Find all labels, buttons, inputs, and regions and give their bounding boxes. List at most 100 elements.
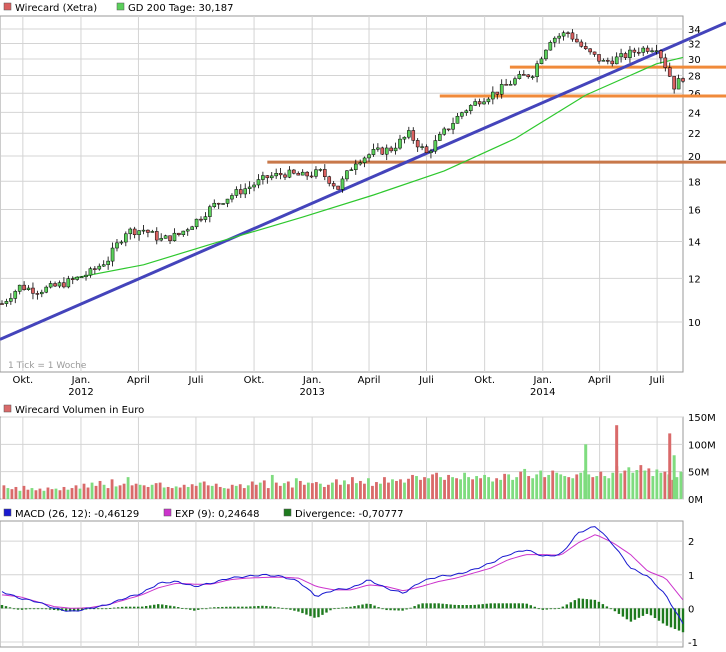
- candle-body: [247, 186, 252, 189]
- volume-bar: [186, 486, 190, 499]
- divergence-bar: [20, 608, 24, 610]
- x-month-label: Juli: [418, 375, 434, 386]
- divergence-bar: [321, 608, 324, 615]
- divergence-bar: [8, 607, 12, 609]
- divergence-bar: [0, 605, 4, 609]
- stock-chart: 34323028262422201816141210 1 Tick = 1 Wo…: [0, 2, 726, 649]
- x-month-label: Jan.: [71, 375, 91, 386]
- volume-bar: [226, 488, 230, 499]
- divergence-bar: [397, 608, 400, 611]
- volume-bar: [679, 471, 683, 499]
- legend-volume: Wirecard Volumen in Euro: [15, 405, 144, 416]
- divergence-bar: [633, 608, 637, 620]
- volume-bar: [86, 487, 90, 499]
- divergence-bar: [189, 608, 192, 610]
- candle-body: [238, 189, 243, 195]
- volume-bar: [415, 476, 418, 499]
- candle-body: [552, 37, 557, 43]
- volume-bar: [270, 474, 274, 499]
- candle-body: [265, 175, 270, 179]
- divergence-bar: [205, 608, 208, 610]
- candle-body: [212, 202, 217, 207]
- candle-body: [588, 48, 592, 53]
- divergence-bar: [661, 608, 665, 624]
- volume-bar: [431, 474, 434, 499]
- volume-bar: [198, 482, 202, 499]
- candle-body: [663, 57, 668, 68]
- divergence-bar: [637, 608, 641, 618]
- candle-body: [128, 228, 133, 235]
- volume-bar: [595, 476, 599, 499]
- candle-body: [579, 41, 584, 47]
- divergence-bar: [593, 599, 597, 609]
- x-year-label: 2013: [299, 387, 324, 398]
- volume-bar: [359, 480, 362, 499]
- candle-body: [380, 147, 385, 155]
- candle-body: [667, 67, 672, 77]
- candle-body: [261, 175, 265, 180]
- candle-body: [411, 130, 416, 141]
- volume-bar: [559, 474, 563, 499]
- candle-body: [243, 188, 248, 195]
- divergence-bar: [453, 604, 456, 609]
- candle-body: [287, 169, 292, 178]
- divergence-bar: [649, 608, 653, 616]
- divergence-bar: [289, 608, 292, 610]
- divergence-bar: [124, 606, 128, 609]
- volume-bar: [314, 482, 318, 499]
- divergence-bar: [145, 605, 148, 609]
- divergence-bar: [48, 608, 52, 610]
- divergence-bar: [96, 608, 100, 610]
- volume-bar: [647, 468, 651, 499]
- divergence-bar: [493, 603, 496, 609]
- volume-bar: [479, 478, 483, 499]
- candle-body: [221, 203, 225, 205]
- volume-bar: [407, 478, 410, 499]
- volume-bar: [567, 477, 571, 499]
- divergence-bar: [569, 602, 573, 609]
- divergence-bar: [325, 608, 328, 613]
- candle-body: [548, 42, 553, 51]
- divergence-bar: [461, 605, 464, 609]
- volume-bar: [379, 483, 382, 499]
- x-month-label: Okt.: [244, 375, 265, 386]
- divergence-bar: [457, 605, 460, 609]
- volume-bar: [38, 488, 42, 499]
- volume-bar: [539, 470, 543, 499]
- x-year-label: 2012: [68, 387, 93, 398]
- x-month-label: April: [588, 375, 611, 386]
- divergence-bar: [545, 608, 548, 610]
- candle-body: [672, 76, 676, 90]
- candle-body: [451, 123, 455, 130]
- volume-bar: [519, 471, 523, 499]
- divergence-bar: [149, 605, 152, 609]
- volume-bar: [591, 477, 595, 499]
- candle-body: [305, 171, 309, 177]
- candle-body: [234, 189, 239, 196]
- divergence-bar: [525, 603, 528, 609]
- candle-body: [327, 176, 332, 184]
- candle-body: [530, 76, 535, 78]
- divergence-bar: [169, 605, 172, 609]
- divergence-bar: [317, 608, 320, 618]
- volume-bar: [282, 483, 286, 499]
- candle-body: [26, 287, 31, 290]
- volume-bar: [82, 483, 86, 499]
- volume-bar: [495, 478, 499, 499]
- volume-bar: [318, 483, 322, 499]
- volume-bar: [611, 472, 615, 499]
- volume-bar: [130, 485, 134, 499]
- volume-bar: [334, 479, 338, 499]
- divergence-bar: [485, 603, 488, 609]
- volume-bar: [511, 479, 515, 499]
- macd-y-tick: -1: [688, 638, 698, 649]
- price-y-tick: 32: [688, 40, 701, 51]
- candle-body: [323, 169, 327, 177]
- candle-body: [146, 229, 150, 233]
- candle-body: [619, 53, 623, 58]
- volume-bar: [210, 485, 214, 499]
- candle-body: [137, 230, 141, 235]
- divergence-bar: [301, 608, 304, 614]
- candle-body: [194, 218, 199, 228]
- divergence-bar: [241, 606, 244, 609]
